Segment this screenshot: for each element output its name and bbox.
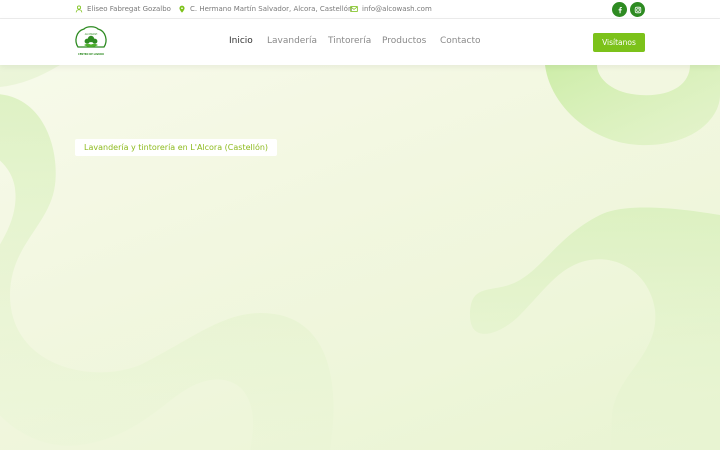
- facebook-icon[interactable]: [612, 2, 627, 17]
- instagram-icon[interactable]: [630, 2, 645, 17]
- main-header: ALCOWASH CENTRO DE LAVADO Inicio Lavande…: [0, 19, 720, 65]
- envelope-icon: [350, 6, 358, 12]
- hero-section: Lavandería y tintorería en L'Alcora (Cas…: [0, 65, 720, 450]
- email-link[interactable]: info@alcowash.com: [362, 5, 432, 13]
- contact-email[interactable]: info@alcowash.com: [350, 4, 432, 14]
- contact-address: C. Hermano Martín Salvador, Alcora, Cast…: [178, 4, 352, 14]
- nav-item-inicio[interactable]: Inicio: [229, 36, 253, 48]
- top-info-bar: Eliseo Fabregat Gozalbo C. Hermano Martí…: [0, 0, 720, 19]
- hero-tagline: Lavandería y tintorería en L'Alcora (Cas…: [75, 139, 278, 156]
- nav-item-lavanderia[interactable]: Lavandería: [267, 36, 317, 48]
- alcowash-logo[interactable]: ALCOWASH CENTRO DE LAVADO: [73, 25, 109, 61]
- nav-item-productos[interactable]: Productos: [382, 36, 426, 48]
- svg-text:CENTRO DE LAVADO: CENTRO DE LAVADO: [78, 53, 104, 56]
- nav-item-tintoreria[interactable]: Tintorería: [328, 36, 371, 48]
- svg-text:ALCOWASH: ALCOWASH: [85, 33, 98, 36]
- address-text: C. Hermano Martín Salvador, Alcora, Cast…: [190, 5, 353, 13]
- user-icon: [75, 5, 83, 13]
- location-pin-icon: [179, 5, 185, 13]
- visitanos-button[interactable]: Visítanos: [593, 33, 645, 52]
- contact-person: Eliseo Fabregat Gozalbo: [75, 4, 171, 14]
- nav-item-contacto[interactable]: Contacto: [440, 36, 481, 48]
- contact-name: Eliseo Fabregat Gozalbo: [87, 5, 171, 13]
- decorative-waves: [0, 65, 720, 450]
